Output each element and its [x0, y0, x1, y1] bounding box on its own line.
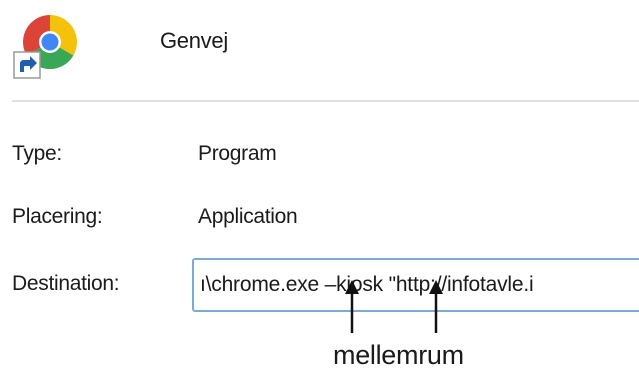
location-label: Placering:	[12, 205, 103, 228]
divider	[12, 100, 639, 102]
chrome-shortcut-icon	[13, 15, 77, 79]
shortcut-name: Genvej	[160, 28, 228, 53]
shortcut-arrow-icon	[13, 51, 41, 79]
location-value: Application	[198, 205, 298, 228]
target-input[interactable]	[194, 260, 639, 310]
annotation-label: mellemrum	[333, 340, 464, 370]
annotation-arrows	[345, 280, 443, 333]
shortcut-properties-panel: Genvej Type: Program Placering: Applicat…	[0, 0, 639, 374]
type-value: Program	[198, 142, 277, 165]
target-field[interactable]	[192, 258, 639, 312]
type-label: Type:	[12, 142, 62, 165]
target-label: Destination:	[12, 272, 120, 295]
